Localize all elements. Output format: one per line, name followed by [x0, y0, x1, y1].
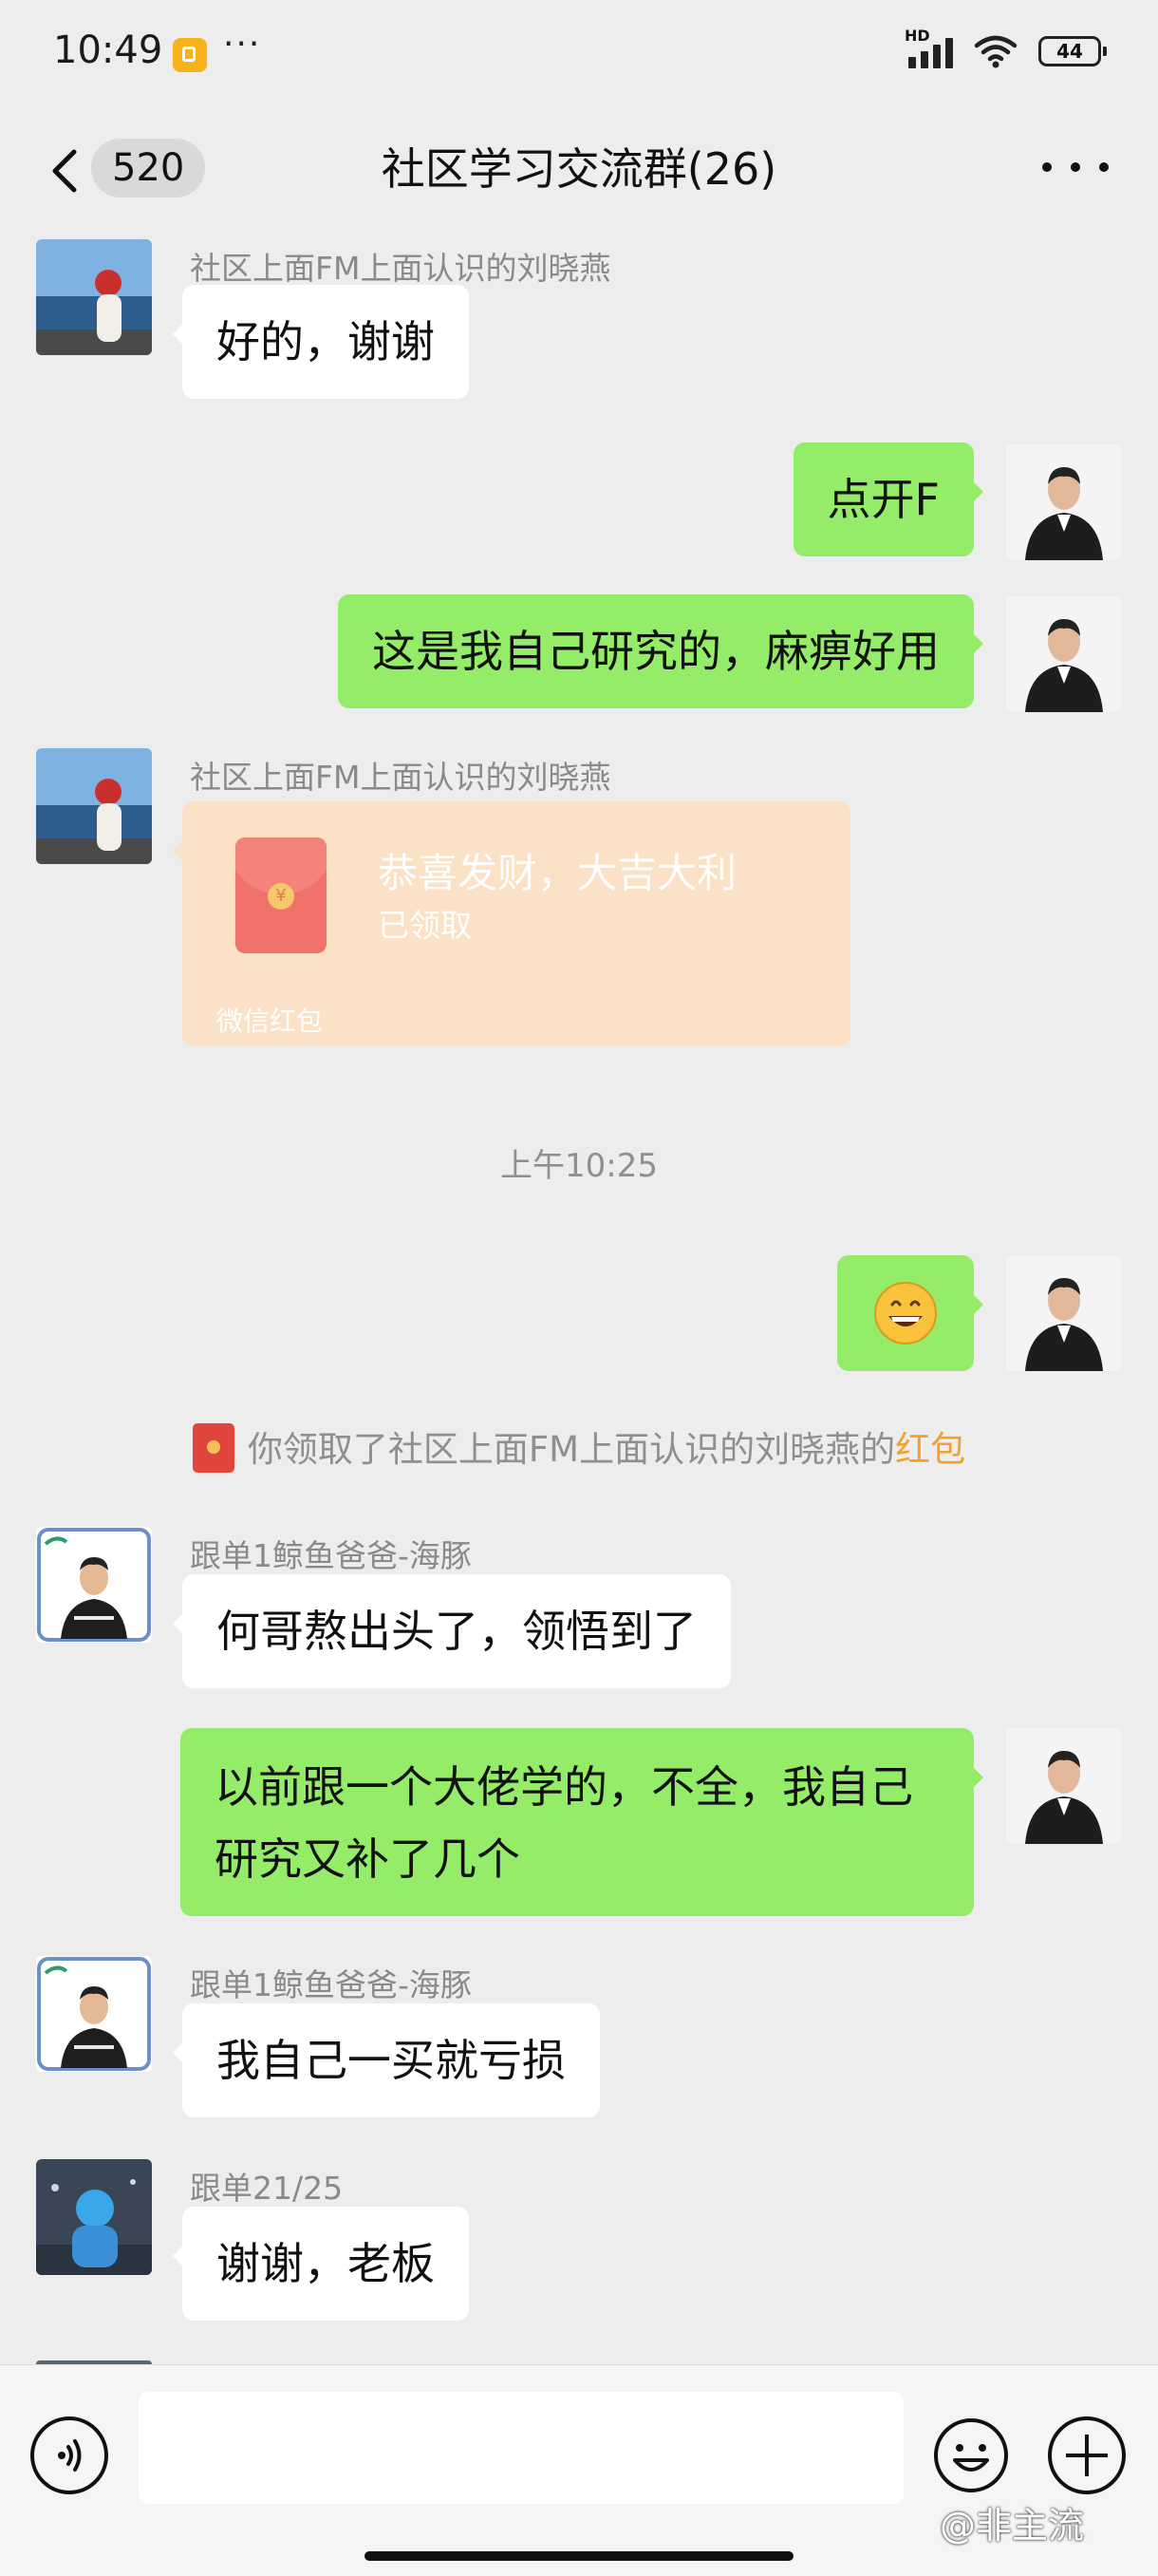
system-notice-text: 你领取了社区上面FM上面认识的刘晓燕的 [247, 1429, 896, 1470]
red-packet-footer: 微信红包 [216, 1006, 324, 1037]
sender-name: 跟单21/25 [190, 2170, 344, 2207]
sender-name: 跟单1鲸鱼爸爸-海豚 [190, 1966, 472, 2003]
message-bubble[interactable]: 好的，谢谢 [173, 285, 469, 399]
system-notice: 你领取了社区上面FM上面认识的刘晓燕的红包 [0, 1420, 1158, 1476]
chat-header: 520 社区学习交流群(26) [0, 114, 1158, 226]
time-separator: 上午10:25 [500, 1147, 658, 1185]
self-avatar[interactable] [1006, 444, 1122, 560]
message-bubble[interactable]: 这是我自己研究的，麻痹好用 [338, 594, 983, 708]
self-avatar[interactable] [1006, 596, 1122, 712]
emoji-button[interactable] [932, 2416, 1010, 2494]
notes-app-icon [173, 38, 207, 72]
message-bubble[interactable]: 点开F [793, 442, 984, 556]
message-bubble[interactable]: 我自己一买就亏损 [173, 2003, 600, 2117]
sender-avatar[interactable] [36, 748, 152, 864]
message-bubble[interactable]: 以前跟一个大佬学的，不全，我自己研究又补了几个 [180, 1728, 983, 1916]
red-envelope-icon [192, 1422, 234, 1473]
signal-icon: HD [905, 27, 953, 68]
sender-avatar[interactable] [36, 239, 152, 355]
sender-avatar[interactable] [36, 1527, 152, 1643]
more-menu-icon[interactable] [1042, 148, 1109, 186]
message-input[interactable] [139, 2392, 904, 2504]
red-envelope-icon: ¥ [235, 837, 327, 953]
message-bubble[interactable]: 何哥熬出头了，领悟到了 [173, 1574, 731, 1688]
voice-input-button[interactable] [30, 2416, 108, 2494]
sender-name: 社区上面FM上面认识的刘晓燕 [190, 759, 611, 796]
sender-avatar[interactable] [36, 1956, 152, 2072]
home-indicator[interactable] [364, 2551, 794, 2561]
sender-name: 社区上面FM上面认识的刘晓燕 [190, 250, 611, 287]
sender-avatar[interactable] [36, 2159, 152, 2275]
sender-name: 跟单1鲸鱼爸爸-海豚 [190, 1537, 472, 1574]
more-actions-button[interactable] [1048, 2416, 1126, 2494]
red-packet-link[interactable]: 红包 [895, 1429, 965, 1470]
chat-message-list[interactable]: 社区上面FM上面认识的刘晓燕 好的，谢谢 点开F 这是我自己研究的，麻痹好用 社… [0, 226, 1158, 2364]
input-bar: @非主流 [0, 2364, 1158, 2576]
self-avatar[interactable] [1006, 1255, 1122, 1371]
self-avatar[interactable] [1006, 1728, 1122, 1844]
status-icons: HD 44 [905, 27, 1107, 68]
status-bar: 10:49 ··· HD 44 [0, 0, 1158, 114]
watermark-text: @非主流 [940, 2505, 1085, 2547]
chat-title: 社区学习交流群(26) [381, 143, 777, 195]
status-time: 10:49 [53, 28, 163, 72]
battery-icon: 44 [1038, 36, 1107, 66]
grinning-emoji-icon [874, 1282, 937, 1344]
status-more: ··· [223, 25, 262, 64]
red-packet-status: 已领取 [378, 907, 472, 944]
red-packet-title: 恭喜发财，大吉大利 [378, 850, 738, 896]
voice-icon [58, 2439, 82, 2472]
emoji-message-bubble[interactable] [837, 1255, 983, 1371]
red-packet-card[interactable]: ¥ 恭喜发财，大吉大利 已领取 微信红包 [173, 801, 850, 1046]
wifi-icon [974, 35, 1018, 68]
network-label: HD [905, 27, 930, 45]
message-bubble[interactable]: 谢谢，老板 [173, 2207, 469, 2321]
